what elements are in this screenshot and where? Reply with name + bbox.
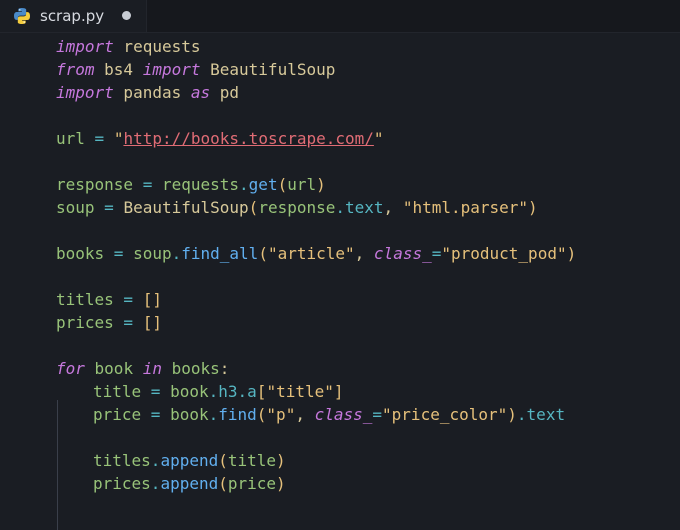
code-line-10: books = soup.find_all("article", class_=… <box>56 242 576 265</box>
url-link: http://books.toscrape.com/ <box>123 129 373 148</box>
code-line-1: import requests <box>56 35 201 58</box>
editor-tab-scrap-py[interactable]: scrap.py <box>0 0 147 32</box>
code-line-13: prices = [] <box>56 311 162 334</box>
code-line-16: title = book.h3.a["title"] <box>93 380 344 403</box>
unsaved-changes-dot-icon[interactable] <box>122 11 131 20</box>
code-line-17: price = book.find("p", class_="price_col… <box>93 403 565 426</box>
code-line-12: titles = [] <box>56 288 162 311</box>
code-line-7: response = requests.get(url) <box>56 173 326 196</box>
code-line-3: import pandas as pd <box>56 81 239 104</box>
tab-filename: scrap.py <box>40 7 104 25</box>
code-line-20: prices.append(price) <box>93 472 286 495</box>
code-line-5: url = "http://books.toscrape.com/" <box>56 127 384 150</box>
code-line-19: titles.append(title) <box>93 449 286 472</box>
code-line-8: soup = BeautifulSoup(response.text, "htm… <box>56 196 538 219</box>
indent-guide <box>57 400 58 530</box>
code-editor[interactable]: import requests from bs4 import Beautifu… <box>0 33 680 504</box>
tab-bar: scrap.py <box>0 0 680 33</box>
code-line-15: for book in books: <box>56 357 229 380</box>
python-icon <box>13 7 31 25</box>
code-line-2: from bs4 import BeautifulSoup <box>56 58 335 81</box>
